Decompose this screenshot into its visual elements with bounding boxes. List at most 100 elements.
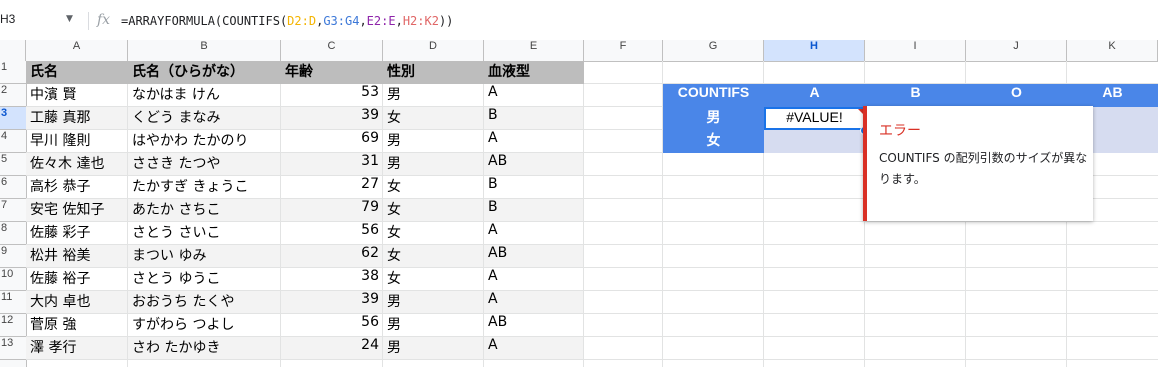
summary-corner[interactable]: COUNTIFS (663, 84, 764, 107)
table-cell[interactable]: B (484, 199, 584, 222)
row-header[interactable]: 5 (0, 153, 26, 176)
row-header[interactable]: 8 (0, 222, 26, 245)
table-cell[interactable]: 松井 裕美 (26, 245, 128, 268)
column-header-d[interactable]: D (383, 40, 484, 61)
column-header-g[interactable]: G (663, 40, 764, 61)
column-header-a[interactable]: A (26, 40, 128, 61)
table-cell[interactable]: なかはま けん (128, 84, 281, 107)
row-header[interactable]: 13 (0, 337, 26, 360)
summary-col-header[interactable]: AB (1067, 84, 1158, 107)
row-header[interactable]: 7 (0, 199, 26, 222)
column-header-h[interactable]: H (764, 40, 865, 61)
summary-row-label[interactable]: 女 (663, 130, 764, 153)
table-cell[interactable]: 大内 卓也 (26, 291, 128, 314)
chevron-down-icon[interactable]: ▼ (66, 14, 73, 24)
header-cell[interactable]: 性別 (383, 61, 484, 84)
table-cell[interactable]: 62 (281, 245, 383, 268)
table-cell[interactable]: 27 (281, 176, 383, 199)
table-cell[interactable]: 工藤 真那 (26, 107, 128, 130)
select-all-corner[interactable] (0, 40, 26, 61)
row-header[interactable]: 11 (0, 291, 26, 314)
table-cell[interactable]: A (484, 222, 584, 245)
header-cell[interactable]: 血液型 (484, 61, 584, 84)
row-header[interactable]: 1 (0, 61, 26, 84)
table-cell[interactable]: A (484, 291, 584, 314)
table-cell[interactable]: あたか さちこ (128, 199, 281, 222)
column-header-i[interactable]: I (865, 40, 966, 61)
row-header[interactable]: 3 (0, 107, 26, 130)
table-cell[interactable]: 女 (383, 268, 484, 291)
table-cell[interactable]: 男 (383, 314, 484, 337)
table-cell[interactable]: すがわら つよし (128, 314, 281, 337)
table-cell[interactable]: 男 (383, 337, 484, 360)
table-cell[interactable]: 男 (383, 153, 484, 176)
table-cell[interactable]: 女 (383, 222, 484, 245)
table-cell[interactable]: 男 (383, 130, 484, 153)
table-cell[interactable]: 39 (281, 107, 383, 130)
table-cell[interactable]: 安宅 佐知子 (26, 199, 128, 222)
table-cell[interactable]: さとう ゆうこ (128, 268, 281, 291)
column-header-f[interactable]: F (584, 40, 663, 61)
table-cell[interactable]: 早川 隆則 (26, 130, 128, 153)
table-cell[interactable]: さとう さいこ (128, 222, 281, 245)
sheet-grid[interactable]: 氏名 氏名（ひらがな） 年齢 性別 血液型 中濱 賢 なかはま けん 53 男 … (26, 61, 1158, 367)
column-header-k[interactable]: K (1067, 40, 1158, 61)
table-cell[interactable]: 53 (281, 84, 383, 107)
table-cell[interactable]: 澤 孝行 (26, 337, 128, 360)
row-header[interactable]: 9 (0, 245, 26, 268)
table-cell[interactable]: 女 (383, 245, 484, 268)
table-cell[interactable]: B (484, 107, 584, 130)
table-cell[interactable]: 女 (383, 176, 484, 199)
table-cell[interactable]: まつい ゆみ (128, 245, 281, 268)
table-cell[interactable]: 高杉 恭子 (26, 176, 128, 199)
table-cell[interactable]: 女 (383, 107, 484, 130)
row-header[interactable]: 12 (0, 314, 26, 337)
table-cell[interactable]: 佐々木 達也 (26, 153, 128, 176)
table-cell[interactable]: おおうち たくや (128, 291, 281, 314)
table-cell[interactable]: 56 (281, 314, 383, 337)
table-cell[interactable]: 佐藤 裕子 (26, 268, 128, 291)
table-cell[interactable]: 31 (281, 153, 383, 176)
header-cell[interactable]: 年齢 (281, 61, 383, 84)
table-cell[interactable]: AB (484, 314, 584, 337)
table-cell[interactable]: B (484, 176, 584, 199)
column-header-e[interactable]: E (484, 40, 584, 61)
table-cell[interactable]: たかすぎ きょうこ (128, 176, 281, 199)
table-cell[interactable]: A (484, 268, 584, 291)
table-cell[interactable]: ささき たつや (128, 153, 281, 176)
column-header-j[interactable]: J (966, 40, 1067, 61)
table-cell[interactable]: 69 (281, 130, 383, 153)
column-header-b[interactable]: B (128, 40, 281, 61)
table-cell[interactable]: AB (484, 245, 584, 268)
row-header[interactable]: 4 (0, 130, 26, 153)
table-cell[interactable]: AB (484, 153, 584, 176)
summary-col-header[interactable]: O (966, 84, 1067, 107)
table-cell[interactable]: 56 (281, 222, 383, 245)
row-header[interactable]: 2 (0, 84, 26, 107)
table-cell[interactable]: 38 (281, 268, 383, 291)
table-cell[interactable]: はやかわ たかのり (128, 130, 281, 153)
summary-col-header[interactable]: A (764, 84, 865, 107)
table-cell[interactable]: 24 (281, 337, 383, 360)
formula-input[interactable]: =ARRAYFORMULA(COUNTIFS(D2:D,G3:G4,E2:E,H… (121, 14, 453, 28)
table-cell[interactable]: 女 (383, 199, 484, 222)
table-cell[interactable]: 佐藤 彩子 (26, 222, 128, 245)
table-cell[interactable]: 中濱 賢 (26, 84, 128, 107)
table-cell[interactable]: 男 (383, 291, 484, 314)
table-cell[interactable]: 79 (281, 199, 383, 222)
table-cell[interactable]: 男 (383, 84, 484, 107)
summary-col-header[interactable]: B (865, 84, 966, 107)
row-header[interactable]: 10 (0, 268, 26, 291)
summary-cell[interactable] (764, 130, 865, 153)
table-cell[interactable]: A (484, 337, 584, 360)
table-cell[interactable]: A (484, 130, 584, 153)
column-header-c[interactable]: C (281, 40, 383, 61)
table-cell[interactable]: くどう まなみ (128, 107, 281, 130)
table-cell[interactable]: 39 (281, 291, 383, 314)
table-cell[interactable]: A (484, 84, 584, 107)
summary-row-label[interactable]: 男 (663, 107, 764, 130)
row-header[interactable]: 6 (0, 176, 26, 199)
table-cell[interactable]: 菅原 強 (26, 314, 128, 337)
active-cell[interactable]: #VALUE! (764, 107, 865, 130)
table-cell[interactable]: さわ たかゆき (128, 337, 281, 360)
